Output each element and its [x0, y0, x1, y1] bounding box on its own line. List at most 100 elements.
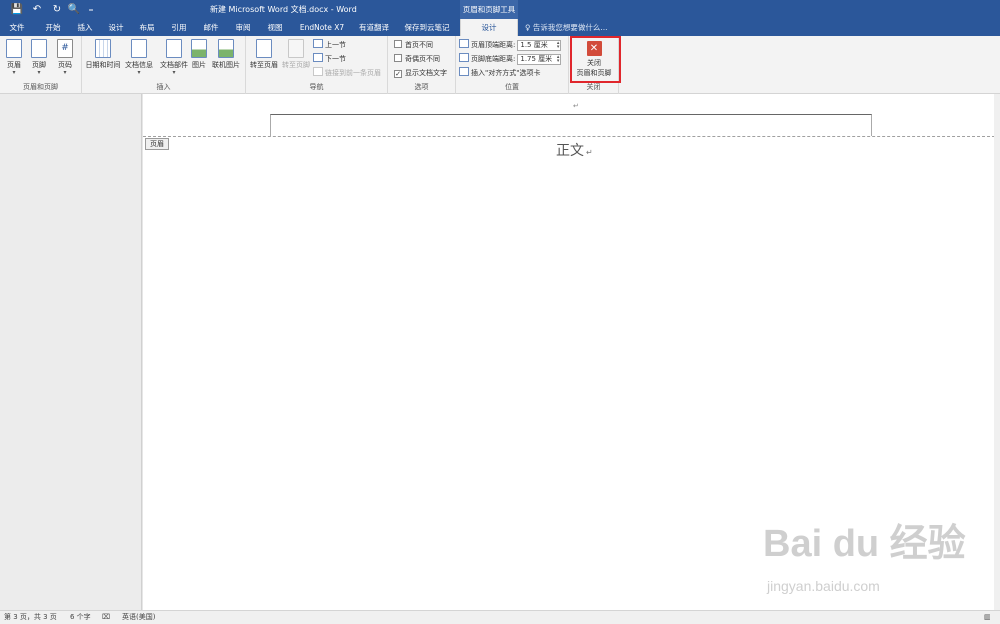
footer-button[interactable]: 页脚 ▾ [30, 39, 48, 76]
footer-label: 页脚 [32, 61, 46, 69]
next-section-label: 下一节 [325, 55, 346, 63]
show-doc-text-label: 显示文档文字 [405, 69, 447, 77]
group-label: 页眉和页脚 [23, 83, 58, 91]
spinner-arrows-icon[interactable]: ▴ ▾ [557, 54, 560, 63]
page-number-icon: # [57, 39, 73, 58]
chevron-down-icon: ▾ [137, 69, 141, 76]
next-section-button[interactable]: 下一节 [313, 53, 346, 65]
chevron-down-icon: ▾ [37, 69, 41, 76]
word-count[interactable]: 6 个字 [70, 611, 91, 624]
date-time-button[interactable]: 日期和时间 [84, 39, 122, 70]
group-navigation: 转至页眉 转至页脚 上一节 下一节 链接到前一条页眉 导航 [246, 36, 388, 94]
goto-header-label: 转至页眉 [250, 61, 278, 69]
header-paragraph-mark: ↵ [573, 102, 579, 110]
header-label: 页眉 [7, 61, 21, 69]
group-label: 选项 [414, 83, 429, 91]
picture-icon [191, 39, 207, 58]
goto-header-button[interactable]: 转至页眉 [249, 39, 279, 70]
header-text-area[interactable] [270, 114, 872, 136]
tab-header-footer-design[interactable]: 设计 [460, 19, 518, 36]
checkbox-box [394, 54, 402, 62]
print-preview-icon[interactable]: 🔍 [67, 2, 81, 17]
page-number-label: 页码 [58, 61, 72, 69]
show-doc-text-checkbox[interactable]: ✓ 显示文档文字 [394, 67, 447, 79]
odd-even-diff-checkbox[interactable]: 奇偶页不同 [394, 53, 440, 65]
redo-icon[interactable]: ↻ [50, 2, 64, 17]
tab-file[interactable]: 文件 [4, 19, 30, 36]
read-mode-icon[interactable]: ▥ [984, 611, 991, 624]
tab-layout[interactable]: 布局 [134, 19, 160, 36]
link-previous-button[interactable]: 链接到前一条页眉 [313, 67, 381, 79]
tab-references[interactable]: 引用 [166, 19, 192, 36]
undo-icon[interactable]: ↶ [30, 2, 44, 17]
goto-footer-icon [288, 39, 304, 58]
page-count[interactable]: 第 3 页，共 3 页 [4, 611, 57, 624]
tab-home[interactable]: 开始 [40, 19, 66, 36]
tab-mailings[interactable]: 邮件 [198, 19, 224, 36]
tab-endnote[interactable]: EndNote X7 [296, 19, 348, 36]
header-button[interactable]: 页眉 ▾ [5, 39, 23, 76]
document-parts-icon [166, 39, 182, 58]
header-separator [143, 136, 1000, 137]
online-picture-button[interactable]: 联机图片 [210, 39, 242, 70]
header-top-input[interactable]: 1.5 厘米 ▴ ▾ [517, 39, 562, 51]
checkbox-box [394, 40, 402, 48]
first-page-diff-checkbox[interactable]: 首页不同 [394, 39, 433, 51]
doc-parts-label: 文档部件 [160, 61, 188, 69]
body-paragraph-mark: ↵ [586, 148, 593, 157]
doc-parts-button[interactable]: 文档部件 ▾ [158, 39, 190, 76]
footer-bottom-label: 页脚底端距离: [471, 55, 516, 63]
header-icon [6, 39, 22, 58]
header-distance-icon [459, 39, 469, 48]
insert-align-tab-button[interactable]: 插入"对齐方式"选项卡 [459, 67, 540, 79]
online-picture-icon [218, 39, 234, 58]
watermark-logo: Bai du 经验 [763, 523, 966, 565]
goto-header-icon [256, 39, 272, 58]
picture-label: 图片 [192, 61, 206, 69]
prev-section-label: 上一节 [325, 41, 346, 49]
tab-save-cloud[interactable]: 保存到云笔记 [402, 19, 452, 36]
tab-design[interactable]: 设计 [103, 19, 129, 36]
tab-view[interactable]: 视图 [262, 19, 288, 36]
tell-me-search[interactable]: ♀ 告诉我您想要做什么... [525, 19, 608, 36]
tell-me-text: 告诉我您想要做什么... [532, 23, 608, 32]
footer-icon [31, 39, 47, 58]
status-bar: 第 3 页，共 3 页 6 个字 ⌧ 英语(美国) ▥ [0, 610, 1000, 624]
header-tag: 页眉 [145, 138, 169, 150]
lightbulb-icon: ♀ [525, 23, 533, 32]
spinner-arrows-icon[interactable]: ▴ ▾ [557, 40, 560, 49]
group-position: 页眉顶端距离: 1.5 厘米 ▴ ▾ 页脚底端距离: 1.75 厘米 ▴ ▾ 插入"对齐方式… [456, 36, 569, 94]
odd-even-diff-label: 奇偶页不同 [405, 55, 440, 63]
checkmark-icon: ✓ [394, 70, 402, 78]
tab-youdao[interactable]: 有道翻译 [354, 19, 394, 36]
prev-section-button[interactable]: 上一节 [313, 39, 346, 51]
save-icon[interactable]: 💾 [10, 2, 24, 17]
ribbon: 页眉 ▾ 页脚 ▾ # 页码 ▾ 页眉和页脚 日期和时间 文档信息 ▾ 文档部件… [0, 36, 1000, 94]
language[interactable]: 英语(美国) [122, 611, 155, 624]
doc-info-label: 文档信息 [125, 61, 153, 69]
group-label: 插入 [156, 83, 171, 91]
calendar-icon [95, 39, 111, 58]
next-section-icon [313, 53, 323, 62]
document-page[interactable]: ↵ 页眉 正文 ↵ Bai du 经验 jingyan.baidu.com [143, 94, 1000, 610]
group-header-footer: 页眉 ▾ 页脚 ▾ # 页码 ▾ 页眉和页脚 [0, 36, 82, 94]
group-insert: 日期和时间 文档信息 ▾ 文档部件 ▾ 图片 联机图片 插入 [82, 36, 246, 94]
insert-align-tab-label: 插入"对齐方式"选项卡 [471, 69, 541, 77]
vertical-scrollbar[interactable] [994, 94, 1000, 610]
title-bar: 💾 ↶ ↻ 🔍 ₌ 新建 Microsoft Word 文档.docx - Wo… [0, 0, 1000, 19]
doc-info-button[interactable]: 文档信息 ▾ [123, 39, 155, 76]
goto-footer-button[interactable]: 转至页脚 [281, 39, 311, 70]
footer-bottom-input[interactable]: 1.75 厘米 ▴ ▾ [517, 53, 562, 65]
align-tab-icon [459, 67, 469, 76]
tab-insert[interactable]: 插入 [72, 19, 98, 36]
proofing-icon[interactable]: ⌧ [102, 611, 110, 624]
body-text[interactable]: 正文 ↵ [556, 140, 593, 160]
picture-button[interactable]: 图片 [190, 39, 208, 70]
tab-review[interactable]: 审阅 [230, 19, 256, 36]
chevron-down-icon: ▾ [172, 69, 176, 76]
customize-qat-icon[interactable]: ₌ [84, 2, 98, 17]
group-label: 导航 [309, 83, 324, 91]
group-label: 位置 [505, 83, 519, 91]
page-number-button[interactable]: # 页码 ▾ [56, 39, 74, 76]
first-page-diff-label: 首页不同 [405, 41, 433, 49]
